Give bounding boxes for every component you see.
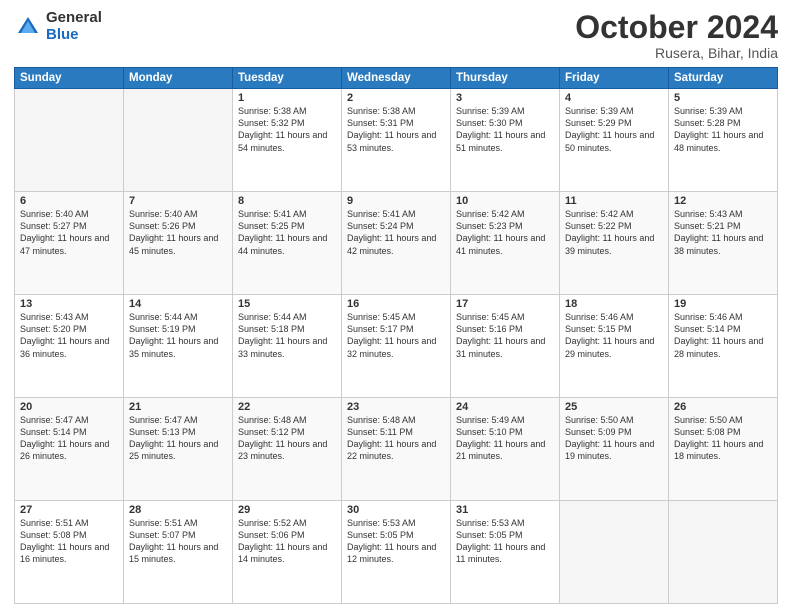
table-row: 31Sunrise: 5:53 AMSunset: 5:05 PMDayligh…: [451, 501, 560, 604]
table-row: 2Sunrise: 5:38 AMSunset: 5:31 PMDaylight…: [342, 89, 451, 192]
table-row: 21Sunrise: 5:47 AMSunset: 5:13 PMDayligh…: [124, 398, 233, 501]
col-tuesday: Tuesday: [233, 68, 342, 89]
table-row: 23Sunrise: 5:48 AMSunset: 5:11 PMDayligh…: [342, 398, 451, 501]
table-row: 6Sunrise: 5:40 AMSunset: 5:27 PMDaylight…: [15, 192, 124, 295]
title-block: October 2024 Rusera, Bihar, India: [575, 10, 778, 61]
col-saturday: Saturday: [669, 68, 778, 89]
col-monday: Monday: [124, 68, 233, 89]
logo-text: General Blue: [46, 10, 102, 43]
calendar-header-row: Sunday Monday Tuesday Wednesday Thursday…: [15, 68, 778, 89]
header: General Blue October 2024 Rusera, Bihar,…: [14, 10, 778, 61]
table-row: 16Sunrise: 5:45 AMSunset: 5:17 PMDayligh…: [342, 295, 451, 398]
table-row: 25Sunrise: 5:50 AMSunset: 5:09 PMDayligh…: [560, 398, 669, 501]
table-row: 27Sunrise: 5:51 AMSunset: 5:08 PMDayligh…: [15, 501, 124, 604]
col-friday: Friday: [560, 68, 669, 89]
table-row: 11Sunrise: 5:42 AMSunset: 5:22 PMDayligh…: [560, 192, 669, 295]
table-row: 29Sunrise: 5:52 AMSunset: 5:06 PMDayligh…: [233, 501, 342, 604]
table-row: 5Sunrise: 5:39 AMSunset: 5:28 PMDaylight…: [669, 89, 778, 192]
table-row: 12Sunrise: 5:43 AMSunset: 5:21 PMDayligh…: [669, 192, 778, 295]
table-row: [560, 501, 669, 604]
table-row: 14Sunrise: 5:44 AMSunset: 5:19 PMDayligh…: [124, 295, 233, 398]
table-row: 7Sunrise: 5:40 AMSunset: 5:26 PMDaylight…: [124, 192, 233, 295]
title-month: October 2024: [575, 10, 778, 45]
logo: General Blue: [14, 10, 102, 43]
calendar-week-3: 13Sunrise: 5:43 AMSunset: 5:20 PMDayligh…: [15, 295, 778, 398]
col-wednesday: Wednesday: [342, 68, 451, 89]
calendar-week-2: 6Sunrise: 5:40 AMSunset: 5:27 PMDaylight…: [15, 192, 778, 295]
table-row: 1Sunrise: 5:38 AMSunset: 5:32 PMDaylight…: [233, 89, 342, 192]
logo-blue: Blue: [46, 27, 102, 44]
table-row: 8Sunrise: 5:41 AMSunset: 5:25 PMDaylight…: [233, 192, 342, 295]
table-row: 30Sunrise: 5:53 AMSunset: 5:05 PMDayligh…: [342, 501, 451, 604]
table-row: 26Sunrise: 5:50 AMSunset: 5:08 PMDayligh…: [669, 398, 778, 501]
table-row: 13Sunrise: 5:43 AMSunset: 5:20 PMDayligh…: [15, 295, 124, 398]
col-thursday: Thursday: [451, 68, 560, 89]
table-row: 28Sunrise: 5:51 AMSunset: 5:07 PMDayligh…: [124, 501, 233, 604]
table-row: [15, 89, 124, 192]
table-row: 9Sunrise: 5:41 AMSunset: 5:24 PMDaylight…: [342, 192, 451, 295]
table-row: 19Sunrise: 5:46 AMSunset: 5:14 PMDayligh…: [669, 295, 778, 398]
table-row: 17Sunrise: 5:45 AMSunset: 5:16 PMDayligh…: [451, 295, 560, 398]
table-row: [669, 501, 778, 604]
table-row: 22Sunrise: 5:48 AMSunset: 5:12 PMDayligh…: [233, 398, 342, 501]
table-row: 10Sunrise: 5:42 AMSunset: 5:23 PMDayligh…: [451, 192, 560, 295]
table-row: 15Sunrise: 5:44 AMSunset: 5:18 PMDayligh…: [233, 295, 342, 398]
table-row: 24Sunrise: 5:49 AMSunset: 5:10 PMDayligh…: [451, 398, 560, 501]
title-location: Rusera, Bihar, India: [575, 45, 778, 61]
logo-icon: [14, 13, 42, 41]
page: General Blue October 2024 Rusera, Bihar,…: [0, 0, 792, 612]
table-row: 20Sunrise: 5:47 AMSunset: 5:14 PMDayligh…: [15, 398, 124, 501]
col-sunday: Sunday: [15, 68, 124, 89]
table-row: [124, 89, 233, 192]
calendar-week-5: 27Sunrise: 5:51 AMSunset: 5:08 PMDayligh…: [15, 501, 778, 604]
logo-general: General: [46, 10, 102, 27]
calendar-week-1: 1Sunrise: 5:38 AMSunset: 5:32 PMDaylight…: [15, 89, 778, 192]
table-row: 18Sunrise: 5:46 AMSunset: 5:15 PMDayligh…: [560, 295, 669, 398]
calendar-table: Sunday Monday Tuesday Wednesday Thursday…: [14, 67, 778, 604]
table-row: 3Sunrise: 5:39 AMSunset: 5:30 PMDaylight…: [451, 89, 560, 192]
table-row: 4Sunrise: 5:39 AMSunset: 5:29 PMDaylight…: [560, 89, 669, 192]
calendar-week-4: 20Sunrise: 5:47 AMSunset: 5:14 PMDayligh…: [15, 398, 778, 501]
